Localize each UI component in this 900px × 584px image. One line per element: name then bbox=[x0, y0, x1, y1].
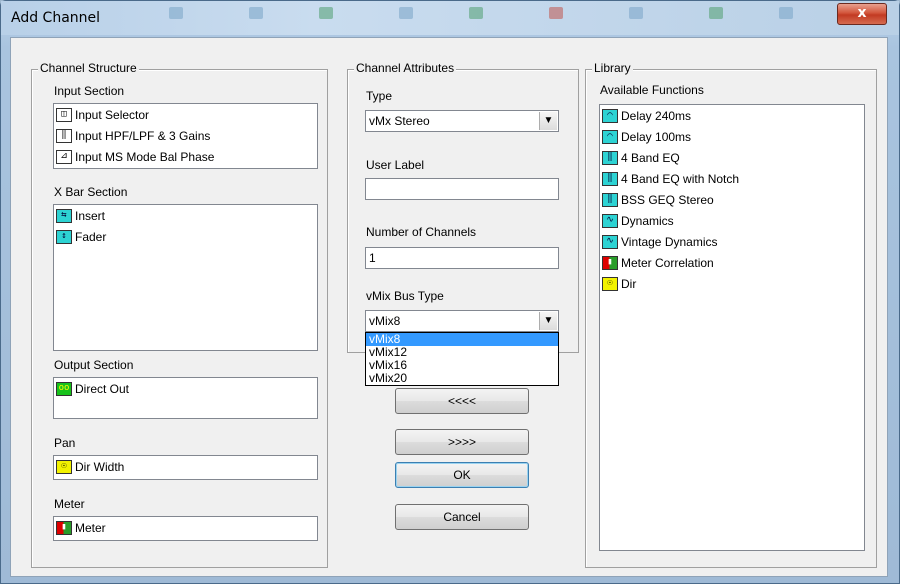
list-item[interactable]: ☉ Dir bbox=[600, 273, 864, 294]
list-item[interactable]: ⊿ Input MS Mode Bal Phase bbox=[54, 146, 317, 167]
list-item[interactable]: ‖ 4 Band EQ with Notch bbox=[600, 168, 864, 189]
list-item-label: Input MS Mode Bal Phase bbox=[75, 149, 215, 164]
pan-icon: ☉ bbox=[602, 276, 618, 291]
eq-icon: ‖ bbox=[602, 150, 618, 165]
list-item-label: Direct Out bbox=[75, 381, 130, 396]
bus-type-select-value: vMix8 bbox=[369, 314, 401, 328]
num-channels-input[interactable]: 1 bbox=[365, 247, 559, 269]
insert-icon: ⇆ bbox=[56, 208, 72, 223]
channel-structure-legend: Channel Structure bbox=[38, 61, 139, 75]
channel-attributes-legend: Channel Attributes bbox=[354, 61, 457, 75]
library-legend: Library bbox=[592, 61, 633, 75]
eq-icon: ‖ bbox=[602, 171, 618, 186]
list-item[interactable]: ‖ 4 Band EQ bbox=[600, 147, 864, 168]
output-section-label: Output Section bbox=[54, 358, 134, 372]
background-decoration bbox=[549, 7, 563, 19]
list-item[interactable]: ↕ Fader bbox=[54, 226, 317, 247]
dialog-body: Channel Structure Input Section ◫ Input S… bbox=[10, 37, 888, 577]
list-item-label: Meter bbox=[75, 520, 106, 535]
list-item[interactable]: ⌒ Delay 100ms bbox=[600, 126, 864, 147]
list-item[interactable]: ‖ BSS GEQ Stereo bbox=[600, 189, 864, 210]
input-selector-icon: ◫ bbox=[56, 107, 72, 122]
close-icon: x bbox=[857, 5, 867, 21]
list-item-label: Input HPF/LPF & 3 Gains bbox=[75, 128, 211, 143]
list-item-label: 4 Band EQ bbox=[621, 150, 680, 165]
list-item[interactable]: ▮ Meter bbox=[54, 517, 317, 538]
fader-icon: ↕ bbox=[56, 229, 72, 244]
window-title: Add Channel bbox=[11, 10, 101, 26]
list-item-label: BSS GEQ Stereo bbox=[621, 192, 714, 207]
list-item[interactable]: ⇆ Insert bbox=[54, 205, 317, 226]
close-button[interactable]: x bbox=[837, 3, 887, 25]
pan-list[interactable]: ☉ Dir Width bbox=[53, 455, 318, 480]
delay-icon: ⌒ bbox=[602, 108, 618, 123]
meter-icon: ▮ bbox=[56, 520, 72, 535]
background-decoration bbox=[169, 7, 183, 19]
delay-icon: ⌒ bbox=[602, 129, 618, 144]
list-item[interactable]: ∿ Vintage Dynamics bbox=[600, 231, 864, 252]
list-item-label: Meter Correlation bbox=[621, 255, 714, 270]
user-label-input[interactable] bbox=[365, 178, 559, 200]
dynamics-icon: ∿ bbox=[602, 213, 618, 228]
dynamics-icon: ∿ bbox=[602, 234, 618, 249]
background-decoration bbox=[709, 7, 723, 19]
list-item[interactable]: ◫ Input Selector bbox=[54, 104, 317, 125]
list-item-label: Dir bbox=[621, 276, 637, 291]
meter-label: Meter bbox=[54, 497, 85, 511]
eq-icon: ‖ bbox=[56, 128, 72, 143]
meter-list[interactable]: ▮ Meter bbox=[53, 516, 318, 541]
list-item[interactable]: oo Direct Out bbox=[54, 378, 317, 399]
list-item[interactable]: ∿ Dynamics bbox=[600, 210, 864, 231]
chevron-down-icon[interactable]: ▼ bbox=[539, 312, 557, 330]
list-item[interactable]: ⌒ Delay 240ms bbox=[600, 105, 864, 126]
background-decoration bbox=[319, 7, 333, 19]
list-item-label: Dir Width bbox=[75, 459, 125, 474]
bus-type-option[interactable]: vMix20 bbox=[366, 372, 558, 385]
remove-button[interactable]: <<<< bbox=[395, 388, 529, 414]
list-item-label: Delay 240ms bbox=[621, 108, 692, 123]
pan-icon: ☉ bbox=[56, 459, 72, 474]
type-select[interactable]: vMx Stereo ▼ bbox=[365, 110, 559, 132]
num-channels-label: Number of Channels bbox=[366, 225, 477, 239]
list-item[interactable]: ☉ Dir Width bbox=[54, 456, 317, 477]
available-functions-label: Available Functions bbox=[600, 83, 704, 97]
background-decoration bbox=[779, 7, 793, 19]
bus-type-label: vMix Bus Type bbox=[366, 289, 444, 303]
list-item-label: 4 Band EQ with Notch bbox=[621, 171, 740, 186]
type-select-value: vMx Stereo bbox=[369, 114, 430, 128]
background-decoration bbox=[629, 7, 643, 19]
list-item-label: Dynamics bbox=[621, 213, 674, 228]
list-item[interactable]: ▮ Meter Correlation bbox=[600, 252, 864, 273]
xbar-section-label: X Bar Section bbox=[54, 185, 128, 199]
output-section-list[interactable]: oo Direct Out bbox=[53, 377, 318, 419]
input-section-label: Input Section bbox=[54, 84, 125, 98]
add-channel-window: Add Channel x Channel Structure Input Se… bbox=[0, 0, 900, 584]
meter-icon: ▮ bbox=[602, 255, 618, 270]
list-item-label: Insert bbox=[75, 208, 106, 223]
ok-button[interactable]: OK bbox=[395, 462, 529, 488]
add-button[interactable]: >>>> bbox=[395, 429, 529, 455]
title-bar[interactable]: Add Channel x bbox=[1, 1, 899, 35]
available-functions-list[interactable]: ⌒ Delay 240ms ⌒ Delay 100ms ‖ 4 Band EQ ‖ 4 Ban… bbox=[599, 104, 865, 551]
user-label-label: User Label bbox=[366, 158, 425, 172]
bus-type-select[interactable]: vMix8 ▼ bbox=[365, 310, 559, 332]
eq-icon: ‖ bbox=[602, 192, 618, 207]
input-section-list[interactable]: ◫ Input Selector ‖ Input HPF/LPF & 3 Gains ⊿… bbox=[53, 103, 318, 169]
list-item-label: Fader bbox=[75, 229, 107, 244]
xbar-section-list[interactable]: ⇆ Insert ↕ Fader bbox=[53, 204, 318, 351]
background-decoration bbox=[469, 7, 483, 19]
pan-label: Pan bbox=[54, 436, 76, 450]
list-item[interactable]: ‖ Input HPF/LPF & 3 Gains bbox=[54, 125, 317, 146]
ms-mode-icon: ⊿ bbox=[56, 149, 72, 164]
cancel-button[interactable]: Cancel bbox=[395, 504, 529, 530]
chevron-down-icon[interactable]: ▼ bbox=[539, 112, 557, 130]
list-item-label: Input Selector bbox=[75, 107, 150, 122]
background-decoration bbox=[399, 7, 413, 19]
direct-out-icon: oo bbox=[56, 381, 72, 396]
list-item-label: Vintage Dynamics bbox=[621, 234, 718, 249]
list-item-label: Delay 100ms bbox=[621, 129, 692, 144]
bus-type-dropdown[interactable]: vMix8 vMix12 vMix16 vMix20 bbox=[365, 332, 559, 386]
background-decoration bbox=[249, 7, 263, 19]
type-label: Type bbox=[366, 89, 393, 103]
